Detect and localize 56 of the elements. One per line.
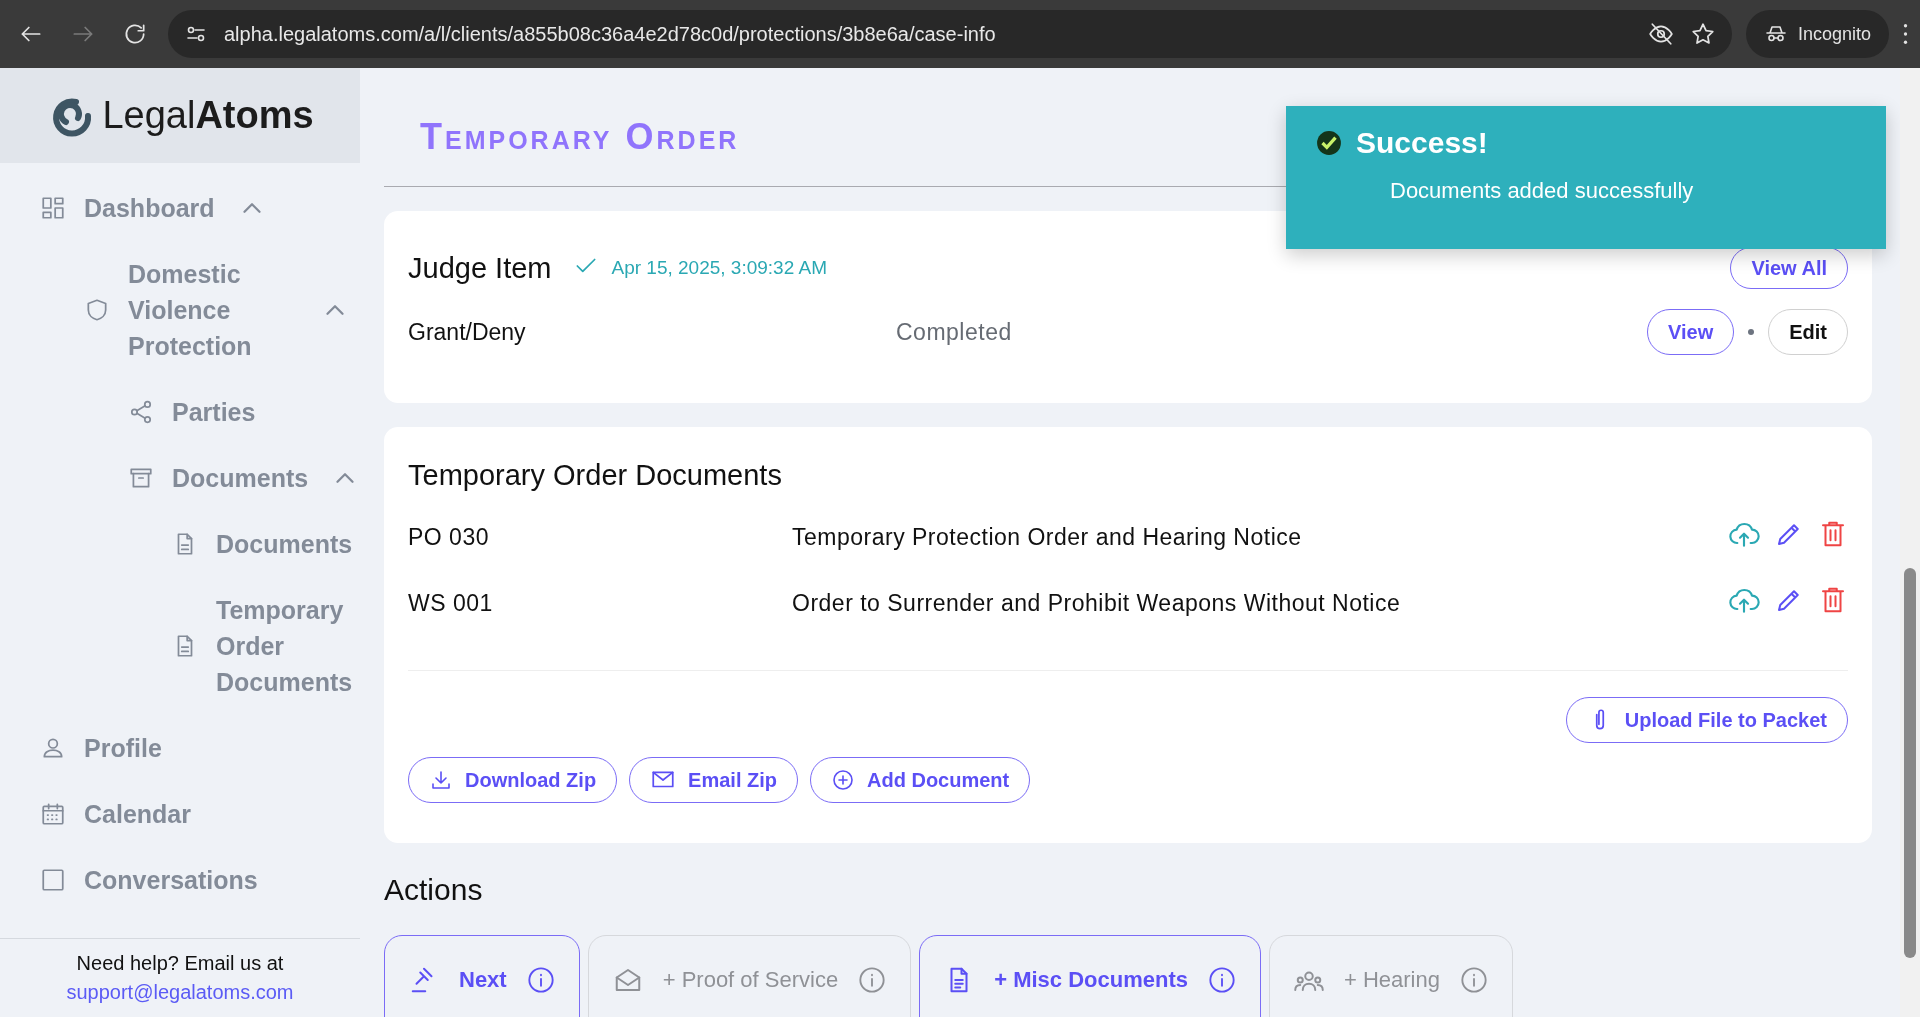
- check-circle-icon: [1316, 130, 1342, 156]
- document-code: WS 001: [408, 589, 494, 617]
- eye-slash-icon: [1647, 21, 1674, 47]
- document-title: Temporary Protection Order and Hearing Notice: [792, 523, 1303, 551]
- action-tab[interactable]: Next: [384, 935, 580, 1017]
- star-icon: [1689, 21, 1716, 47]
- support-email-link[interactable]: support@legalatoms.com: [66, 981, 294, 1004]
- address-bar[interactable]: alpha.legalatoms.com/a/l/clients/a855b08c36a4e2d78c0d/protections/3b8e6a/case-info: [168, 10, 1732, 58]
- timestamp: Apr 15, 2025, 3:09:32 AM: [611, 257, 827, 279]
- info-icon: [1207, 966, 1236, 994]
- sidebar-item[interactable]: Documents: [0, 445, 360, 511]
- plus-circle-icon: [831, 768, 855, 792]
- calendar-icon: [40, 801, 66, 827]
- sidebar-item[interactable]: Dashboard: [0, 175, 360, 241]
- info-icon: [858, 966, 887, 994]
- caret-icon[interactable]: [336, 473, 355, 483]
- archive-box-icon: [128, 465, 154, 491]
- card-title: Judge Item: [408, 251, 552, 285]
- document-action-button[interactable]: Add Document: [810, 757, 1031, 803]
- edit-button[interactable]: Edit: [1768, 309, 1848, 355]
- upload-file-button[interactable]: Upload File to Packet: [1565, 697, 1848, 743]
- document-action-button[interactable]: Email Zip: [629, 757, 798, 803]
- sidebar-item[interactable]: Calendar: [0, 781, 360, 847]
- view-all-button[interactable]: View All: [1730, 247, 1848, 289]
- separator-dot: [1748, 329, 1755, 335]
- caret-icon[interactable]: [242, 203, 261, 213]
- reload-icon: [122, 21, 148, 47]
- action-tab[interactable]: + Misc Documents: [919, 935, 1261, 1017]
- sidebar-item[interactable]: Parties: [0, 379, 360, 445]
- document-title: Order to Surrender and Prohibit Weapons Without Notice: [792, 589, 1402, 617]
- status-text: Completed: [896, 318, 1012, 346]
- logo-text: LegalAtoms: [102, 94, 314, 137]
- help-text: Need help? Email us at: [76, 952, 284, 975]
- card-title: Temporary Order Documents: [408, 459, 783, 492]
- info-icon: [526, 966, 555, 994]
- shield-icon: [84, 297, 110, 323]
- sidebar-item[interactable]: Conversations: [0, 847, 360, 913]
- share-icon: [128, 399, 154, 425]
- download-icon: [429, 768, 453, 792]
- item-name: Grant/Deny: [408, 318, 527, 346]
- sidebar-item[interactable]: Profile: [0, 715, 360, 781]
- url-text: alpha.legalatoms.com/a/l/clients/a855b08c36a4e2d78c0d/protections/3b8e6a/case-info: [224, 22, 997, 46]
- scrollbar[interactable]: [1900, 68, 1920, 1017]
- grid-icon: [40, 195, 66, 221]
- toast-title: Success!: [1356, 126, 1488, 160]
- sidebar-item[interactable]: Domestic Violence Protection: [0, 241, 360, 379]
- caret-icon[interactable]: [326, 305, 344, 315]
- info-icon: [1459, 966, 1488, 994]
- incognito-chip[interactable]: Incognito: [1745, 10, 1889, 58]
- document-action-button[interactable]: Download Zip: [408, 757, 618, 803]
- sidebar-item[interactable]: Temporary Order Documents: [0, 577, 360, 715]
- kebab-menu-icon[interactable]: [1903, 24, 1908, 44]
- sidebar-item[interactable]: Documents: [0, 511, 360, 577]
- section-title: Actions: [384, 873, 484, 907]
- document-code: PO 030: [408, 523, 490, 551]
- view-button[interactable]: View: [1647, 309, 1735, 355]
